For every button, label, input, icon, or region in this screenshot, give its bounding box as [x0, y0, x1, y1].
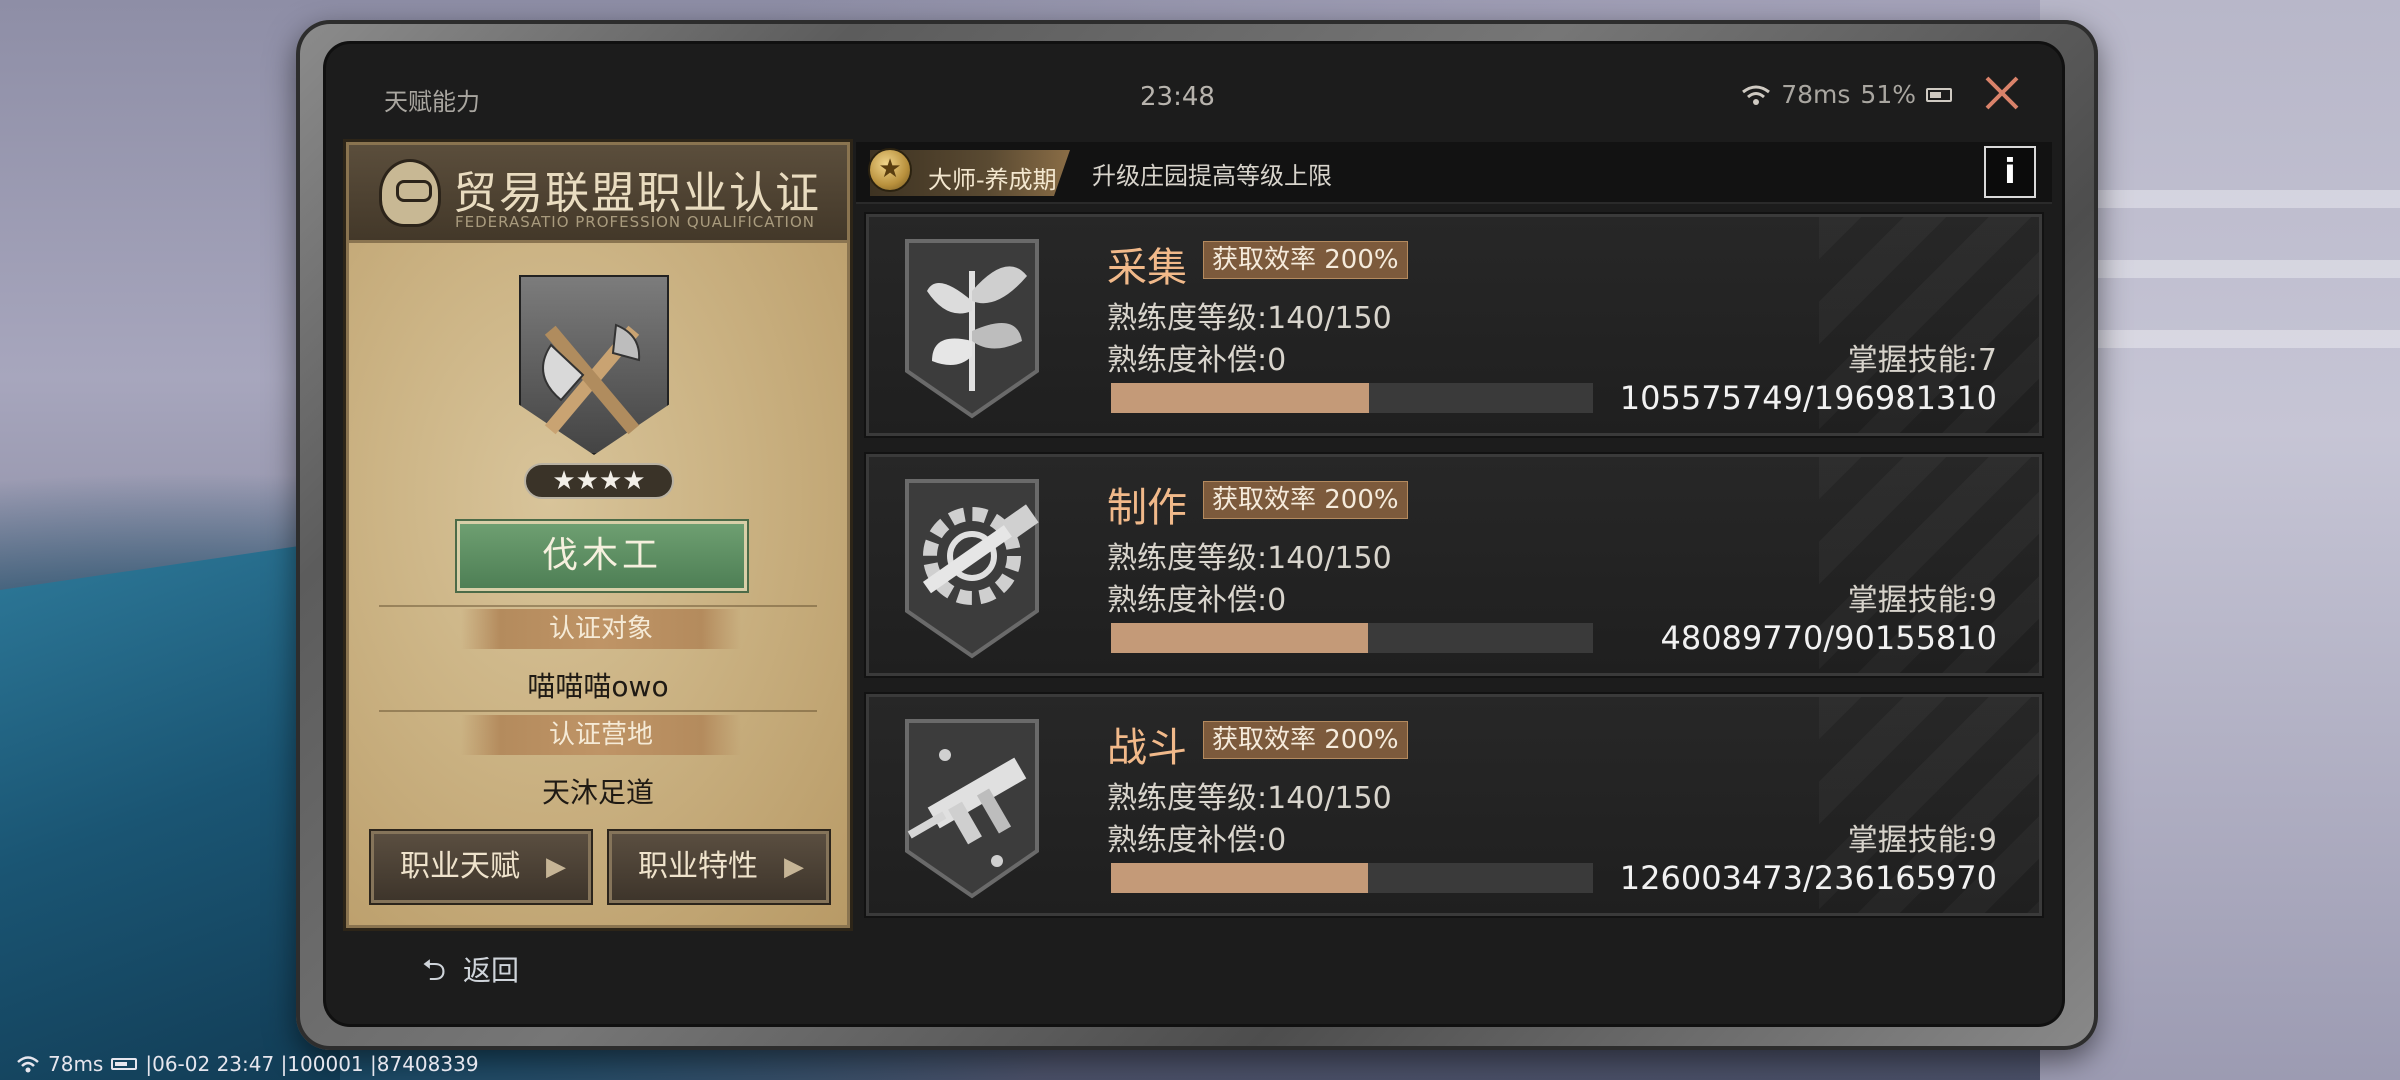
skill-row-combat[interactable]: 战斗 获取效率 200% 熟练度等级:140/150 熟练度补偿:0 掌握技能:… — [866, 694, 2042, 916]
chevron-right-icon: ▶ — [546, 852, 566, 882]
skill-row-crafting[interactable]: 制作 获取效率 200% 熟练度等级:140/150 熟练度补偿:0 掌握技能:… — [866, 454, 2042, 676]
certificate-subtitle: FEDERASATIO PROFESSION QUALIFICATION — [455, 213, 815, 231]
certificate-header: 贸易联盟职业认证 FEDERASATIO PROFESSION QUALIFIC… — [349, 145, 847, 243]
star-rating: ★★★★ — [524, 463, 674, 499]
gear-hammer-icon — [905, 479, 1039, 659]
master-label: 大师-养成期 — [928, 166, 1057, 194]
status-indicators: 78ms 51% — [1741, 80, 1952, 109]
progress-bar — [1111, 383, 1593, 413]
efficiency-tag: 获取效率 200% — [1203, 481, 1408, 519]
proficiency-compensation: 熟练度补偿:0 — [1107, 343, 1287, 378]
mastered-skills: 掌握技能:7 — [1847, 343, 1997, 378]
overlay-info: |06-02 23:47 |100001 |87408339 — [145, 1052, 479, 1076]
proficiency-compensation: 熟练度补偿:0 — [1107, 823, 1287, 858]
proficiency-level: 熟练度等级:140/150 — [1107, 301, 1392, 336]
skill-row-gathering[interactable]: 采集 获取效率 200% 熟练度等级:140/150 熟练度补偿:0 掌握技能:… — [866, 214, 2042, 436]
skill-name: 制作 — [1107, 485, 1187, 531]
proficiency-compensation: 熟练度补偿:0 — [1107, 583, 1287, 618]
debug-overlay: 78ms |06-02 23:47 |100001 |87408339 — [16, 1052, 479, 1076]
talent-panel: 天赋能力 23:48 78ms 51% 贸易联盟职业认证 FEDERASATIO… — [326, 44, 2062, 1024]
battery-icon — [1926, 87, 1952, 102]
progress-fill — [1111, 383, 1370, 413]
back-label: 返回 — [462, 954, 519, 987]
skill-name: 采集 — [1107, 245, 1187, 291]
profession-trait-label: 职业特性 — [638, 849, 758, 884]
status-bar: 天赋能力 23:48 78ms 51% — [326, 44, 2062, 136]
upgrade-hint: 升级庄园提高等级上限 — [1092, 162, 1332, 190]
tablet-frame: 天赋能力 23:48 78ms 51% 贸易联盟职业认证 FEDERASATIO… — [296, 20, 2098, 1050]
background-stripe — [2080, 330, 2400, 348]
target-label: 认证对象 — [461, 609, 741, 649]
progress-fill — [1111, 623, 1368, 653]
proficiency-level: 熟练度等级:140/150 — [1107, 781, 1392, 816]
mastered-skills: 掌握技能:9 — [1847, 823, 1997, 858]
lumberjack-badge-icon — [501, 275, 691, 485]
battery-text: 51% — [1860, 80, 1916, 109]
wifi-icon — [1742, 85, 1771, 105]
camp-label: 认证营地 — [461, 715, 741, 755]
profession-certificate: 贸易联盟职业认证 FEDERASATIO PROFESSION QUALIFIC… — [346, 142, 850, 928]
close-icon — [1985, 76, 2019, 110]
axe-icon — [542, 323, 641, 435]
background-stripe — [2080, 260, 2400, 278]
progress-bar — [1111, 863, 1593, 893]
profession-trait-button[interactable]: 职业特性 ▶ — [607, 829, 831, 905]
master-banner: 大师-养成期 ★ 升级庄园提高等级上限 i — [856, 142, 2052, 204]
herb-icon — [905, 239, 1039, 419]
wifi-icon — [17, 1056, 39, 1073]
efficiency-tag: 获取效率 200% — [1203, 241, 1408, 279]
profession-talent-label: 职业天赋 — [400, 849, 520, 884]
efficiency-tag: 获取效率 200% — [1203, 721, 1408, 759]
background-scene-left — [0, 540, 340, 1080]
smg-icon — [905, 719, 1039, 899]
panel-title: 天赋能力 — [384, 88, 480, 116]
overlay-ping: 78ms — [48, 1052, 104, 1076]
mastered-skills: 掌握技能:9 — [1847, 583, 1997, 618]
progress-text: 126003473/236165970 — [1619, 859, 1997, 897]
progress-text: 105575749/196981310 — [1619, 379, 1997, 417]
target-value: 喵喵喵owo — [527, 670, 669, 703]
star-medal-icon: ★ — [868, 148, 912, 192]
certificate-title: 贸易联盟职业认证 — [453, 168, 821, 219]
proficiency-level: 熟练度等级:140/150 — [1107, 541, 1392, 576]
battery-icon — [111, 1058, 138, 1070]
camp-value: 天沐足道 — [541, 776, 654, 809]
background-stripe — [2080, 190, 2400, 208]
profession-talent-button[interactable]: 职业天赋 ▶ — [369, 829, 593, 905]
job-name-plate: 伐木工 — [455, 519, 749, 593]
progress-fill — [1111, 863, 1369, 893]
info-button[interactable]: i — [1984, 146, 2036, 198]
divider — [379, 605, 817, 607]
return-arrow-icon: ⮌ — [422, 953, 447, 988]
federation-emblem-icon — [379, 159, 441, 227]
progress-bar — [1111, 623, 1593, 653]
chevron-right-icon: ▶ — [784, 852, 804, 882]
close-button[interactable] — [1982, 74, 2022, 114]
skill-name: 战斗 — [1107, 725, 1187, 771]
progress-text: 48089770/90155810 — [1660, 619, 1997, 657]
back-button[interactable]: ⮌ 返回 — [422, 948, 519, 999]
clock: 23:48 — [1140, 82, 1215, 112]
divider — [379, 710, 817, 712]
ping-text: 78ms — [1781, 80, 1851, 109]
